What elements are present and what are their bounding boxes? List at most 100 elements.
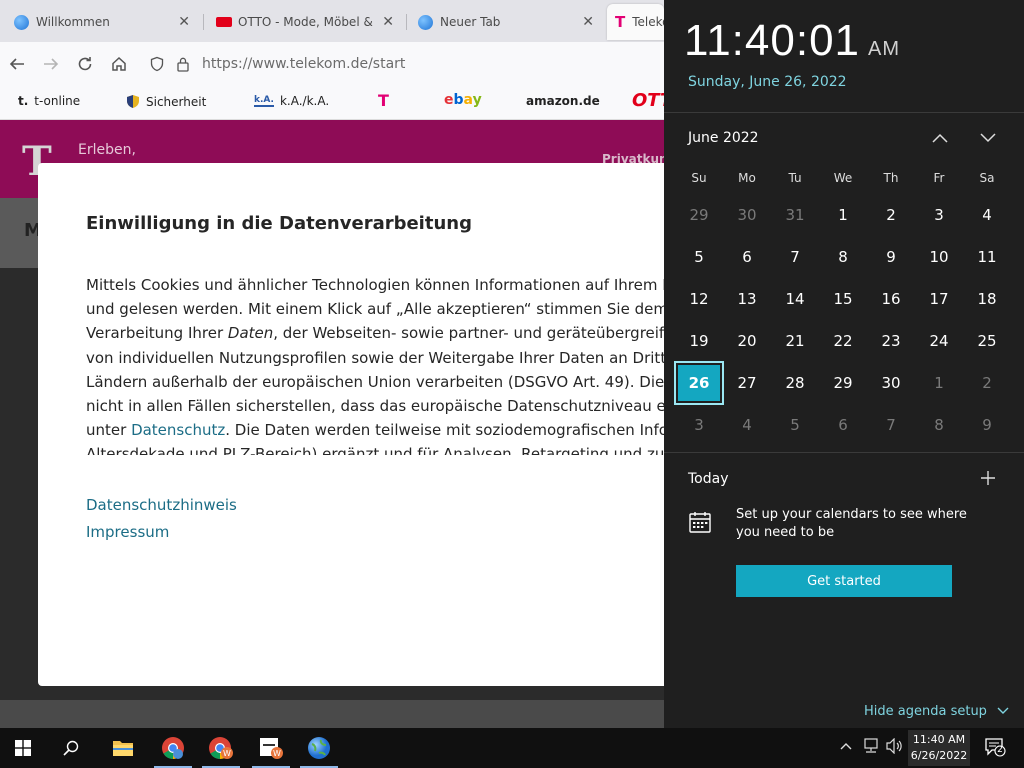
calendar-day[interactable]: 28 <box>772 363 818 403</box>
calendar-day[interactable]: 9 <box>964 405 1010 445</box>
navigation-bar: https://www.telekom.de/start <box>0 42 664 86</box>
volume-button[interactable] <box>886 737 904 758</box>
calendar-day[interactable]: 25 <box>964 321 1010 361</box>
forward-button[interactable] <box>34 47 68 81</box>
consent-line: Altersdekade und PLZ-Bereich) ergänzt un… <box>86 445 664 455</box>
url-bar[interactable]: https://www.telekom.de/start <box>144 48 644 80</box>
calendar-day[interactable]: 10 <box>916 237 962 277</box>
calendar-day[interactable]: 1 <box>820 195 866 235</box>
calendar-day[interactable]: 23 <box>868 321 914 361</box>
bookmark-label: t-online <box>34 94 81 108</box>
calendar-day[interactable]: 17 <box>916 279 962 319</box>
tab-title: OTTO - Mode, Möbel & Tec <box>238 15 374 29</box>
bookmark-sicherheit[interactable]: Sicherheit <box>126 94 206 109</box>
calendar-day[interactable]: 3 <box>676 405 722 445</box>
consent-line: Ländern außerhalb der europäischen Union… <box>86 372 664 391</box>
consent-body: Mittels Cookies und ähnlicher Technologi… <box>86 273 664 455</box>
search-button[interactable] <box>48 728 94 768</box>
clock-time: 11:40:01 AM <box>684 16 900 66</box>
calendar-day[interactable]: 7 <box>772 237 818 277</box>
calendar-day[interactable]: 18 <box>964 279 1010 319</box>
bookmark-telekom[interactable]: T <box>378 91 389 110</box>
calendar-day[interactable]: 13 <box>724 279 770 319</box>
tab-otto[interactable]: OTTO - Mode, Möbel & Tec ✕ <box>206 4 404 40</box>
tab-neuer-tab[interactable]: Neuer Tab ✕ <box>408 4 604 40</box>
url-text[interactable]: https://www.telekom.de/start <box>202 56 405 72</box>
calendar-day[interactable]: 30 <box>724 195 770 235</box>
home-button[interactable] <box>102 47 136 81</box>
calendar-day[interactable]: 8 <box>916 405 962 445</box>
chrome-profile-button[interactable]: W <box>198 728 244 768</box>
back-button[interactable] <box>0 47 34 81</box>
calendar-day[interactable]: 11 <box>964 237 1010 277</box>
calendar-day[interactable]: 20 <box>724 321 770 361</box>
calendar-day[interactable]: 7 <box>868 405 914 445</box>
globe-icon <box>14 14 29 30</box>
add-event-button[interactable] <box>980 465 996 491</box>
show-hidden-icons-button[interactable] <box>840 738 852 754</box>
calendar-day[interactable]: 5 <box>676 237 722 277</box>
start-button[interactable] <box>0 728 46 768</box>
bookmark-t-online[interactable]: t. t-online <box>18 94 80 108</box>
calendar-day[interactable]: 14 <box>772 279 818 319</box>
weekday-label: Th <box>883 171 899 185</box>
calendar-day[interactable]: 2 <box>964 363 1010 403</box>
previous-month-button[interactable] <box>926 126 954 150</box>
bookmark-ka[interactable]: k.A. k.A./k.A. <box>254 94 329 108</box>
calendar-day-today[interactable]: 26 <box>674 361 724 405</box>
calendar-day[interactable]: 31 <box>772 195 818 235</box>
get-started-button[interactable]: Get started <box>736 565 952 597</box>
calendar-day[interactable]: 9 <box>868 237 914 277</box>
taskbar-clock-button[interactable]: 11:40 AM 6/26/2022 <box>908 730 970 766</box>
bookmark-amazon[interactable]: amazon.de <box>526 94 600 108</box>
calendar-day[interactable]: 16 <box>868 279 914 319</box>
calendar-day[interactable]: 24 <box>916 321 962 361</box>
calendar-day[interactable]: 6 <box>724 237 770 277</box>
calendar-day[interactable]: 22 <box>820 321 866 361</box>
action-center-button[interactable]: 2 <box>984 736 1006 762</box>
app-button[interactable]: W <box>248 728 294 768</box>
calendar-day[interactable]: 4 <box>724 405 770 445</box>
next-month-button[interactable] <box>974 126 1002 150</box>
chrome-button[interactable] <box>150 728 196 768</box>
network-button[interactable] <box>862 738 880 758</box>
datenschutz-link[interactable]: Datenschutz <box>131 421 225 439</box>
lock-icon[interactable] <box>170 56 196 72</box>
reload-button[interactable] <box>68 47 102 81</box>
file-explorer-button[interactable] <box>100 728 146 768</box>
calendar-day[interactable]: 5 <box>772 405 818 445</box>
bookmark-otto[interactable]: OTTO <box>632 90 664 111</box>
calendar-day[interactable]: 1 <box>916 363 962 403</box>
consent-line: Mittels Cookies und ähnlicher Technologi… <box>86 276 664 294</box>
calendar-day[interactable]: 21 <box>772 321 818 361</box>
calendar-day[interactable]: 12 <box>676 279 722 319</box>
calendar-day[interactable]: 8 <box>820 237 866 277</box>
calendar-day[interactable]: 15 <box>820 279 866 319</box>
close-icon[interactable]: ✕ <box>374 14 394 30</box>
calendar-day[interactable]: 3 <box>916 195 962 235</box>
calendar-day[interactable]: 6 <box>820 405 866 445</box>
calendar-day[interactable]: 29 <box>820 363 866 403</box>
calendar-day[interactable]: 4 <box>964 195 1010 235</box>
tab-telekom[interactable]: T Teleko <box>607 4 664 40</box>
hide-agenda-button[interactable]: Hide agenda setup <box>864 704 1009 719</box>
close-icon[interactable]: ✕ <box>574 14 594 30</box>
close-icon[interactable]: ✕ <box>170 14 190 30</box>
imprint-link[interactable]: Impressum <box>86 523 169 541</box>
calendar-day[interactable]: 19 <box>676 321 722 361</box>
shield-icon[interactable] <box>144 56 170 72</box>
month-year-button[interactable]: June 2022 <box>688 130 759 146</box>
calendar-day[interactable]: 30 <box>868 363 914 403</box>
privacy-notice-link[interactable]: Datenschutzhinweis <box>86 496 237 514</box>
browser-globe-button[interactable] <box>296 728 342 768</box>
calendar-day[interactable]: 29 <box>676 195 722 235</box>
weekday-label: We <box>833 171 853 185</box>
browser-globe-icon <box>308 737 330 759</box>
chevron-up-icon <box>932 133 948 143</box>
bookmark-ebay[interactable]: ebay <box>444 92 482 108</box>
calendar-day[interactable]: 2 <box>868 195 914 235</box>
long-date-link[interactable]: Sunday, June 26, 2022 <box>688 74 847 90</box>
tab-willkommen[interactable]: Willkommen ✕ <box>4 4 200 40</box>
consent-text: unter <box>86 421 132 440</box>
calendar-day[interactable]: 27 <box>724 363 770 403</box>
